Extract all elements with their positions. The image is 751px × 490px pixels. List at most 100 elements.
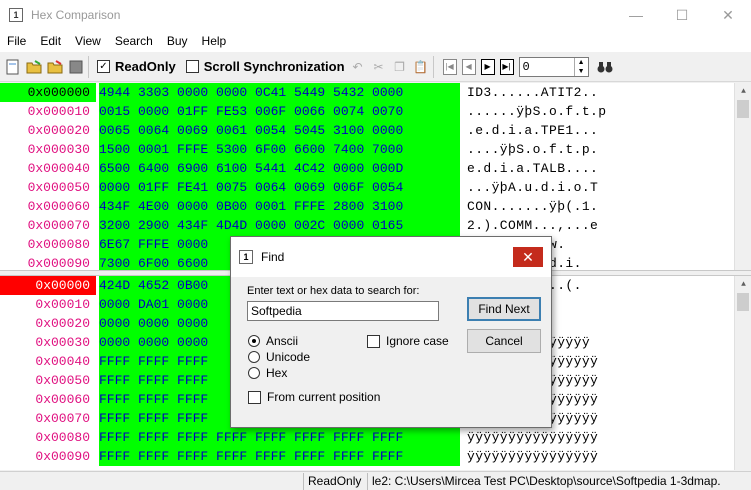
row-address: 0x000010 [27, 104, 90, 119]
hex-row[interactable]: 0x000020 0065 0064 0069 0061 0054 5045 31… [0, 121, 751, 140]
undo-icon[interactable]: ↶ [350, 59, 366, 75]
open-file-icon[interactable] [26, 59, 42, 75]
row-hex-bytes[interactable]: 0065 0064 0069 0061 0054 5045 3100 0000 [99, 121, 460, 140]
title-bar: 1 Hex Comparison — ☐ ✕ [0, 0, 751, 30]
scroll-sync-toggle[interactable]: Scroll Synchronization [185, 59, 345, 74]
radio-ascii-option[interactable]: Anscii [248, 334, 298, 348]
row-address: 0x00020 [35, 316, 90, 331]
row-ascii-text[interactable]: ....ÿþS.o.f.t.p. [467, 140, 637, 159]
spinner-arrows[interactable]: ▲ ▼ [573, 57, 588, 76]
dialog-icon: 1 [239, 250, 253, 264]
row-hex-bytes[interactable]: FFFF FFFF FFFF FFFF FFFF FFFF FFFF FFFF [99, 447, 460, 466]
row-address: 0x00080 [35, 430, 90, 445]
toolbar-separator [88, 55, 89, 78]
first-difference-icon[interactable]: |◀ [442, 58, 457, 75]
row-hex-bytes[interactable]: 0000 01FF FE41 0075 0064 0069 006F 0054 [99, 178, 460, 197]
cancel-button[interactable]: Cancel [467, 329, 541, 353]
readonly-checkbox[interactable]: ✓ [97, 60, 110, 73]
row-ascii-text[interactable]: ...ÿþA.u.d.i.o.T [467, 178, 637, 197]
from-current-label: From current position [267, 390, 381, 404]
row-hex-bytes[interactable]: 1500 0001 FFFE 5300 6F00 6600 7400 7000 [99, 140, 460, 159]
row-hex-bytes[interactable]: 4944 3303 0000 0000 0C41 5449 5432 0000 [99, 83, 460, 102]
menu-search[interactable]: Search [108, 34, 160, 48]
hex-row[interactable]: 0x00080 FFFF FFFF FFFF FFFF FFFF FFFF FFF… [0, 428, 751, 447]
offset-value[interactable]: 0 [520, 60, 574, 74]
next-difference-icon[interactable]: ▶ [480, 58, 495, 75]
hex-row[interactable]: 0x000070 3200 2900 434F 4D4D 0000 002C 00… [0, 216, 751, 235]
hex-row[interactable]: 0x000040 6500 6400 6900 6100 5441 4C42 00… [0, 159, 751, 178]
row-hex-bytes[interactable]: 434F 4E00 0000 0B00 0001 FFFE 2800 3100 [99, 197, 460, 216]
menu-buy[interactable]: Buy [160, 34, 195, 48]
row-ascii-text[interactable]: ID3......ATIT2.. [467, 83, 637, 102]
row-ascii-text[interactable]: ......ÿþS.o.f.t.p [467, 102, 637, 121]
row-ascii-text[interactable]: ÿÿÿÿÿÿÿÿÿÿÿÿÿÿÿÿ [467, 428, 637, 447]
row-ascii-text[interactable]: .e.d.i.a.TPE1... [467, 121, 637, 140]
from-current-option[interactable]: From current position [248, 390, 380, 404]
row-address: 0x000070 [27, 218, 90, 233]
radio-hex[interactable] [248, 367, 260, 379]
scroll-up-icon[interactable]: ▲ [735, 83, 751, 100]
menu-edit[interactable]: Edit [33, 34, 68, 48]
new-file-icon[interactable] [5, 59, 21, 75]
menu-file[interactable]: File [0, 34, 33, 48]
row-address: 0x000050 [27, 180, 90, 195]
scroll-sync-label: Scroll Synchronization [203, 59, 345, 74]
stop-icon[interactable] [68, 59, 84, 75]
top-vertical-scrollbar[interactable]: ▲ [734, 83, 751, 270]
scroll-thumb[interactable] [737, 293, 749, 311]
bottom-vertical-scrollbar[interactable]: ▲ [734, 276, 751, 470]
copy-icon[interactable]: ❐ [392, 59, 408, 75]
find-next-button[interactable]: Find Next [467, 297, 541, 321]
radio-hex-option[interactable]: Hex [248, 366, 287, 380]
radio-ascii[interactable] [248, 335, 260, 347]
row-hex-bytes[interactable]: FFFF FFFF FFFF FFFF FFFF FFFF FFFF FFFF [99, 428, 460, 447]
row-hex-bytes[interactable]: 0015 0000 01FF FE53 006F 0066 0074 0070 [99, 102, 460, 121]
row-address: 0x000000 [0, 83, 96, 102]
dialog-close-button[interactable]: ✕ [513, 247, 543, 267]
ignore-case-checkbox[interactable] [367, 334, 380, 348]
radio-unicode-label: Unicode [266, 350, 311, 364]
hex-row[interactable]: 0x00090 FFFF FFFF FFFF FFFF FFFF FFFF FFF… [0, 447, 751, 466]
close-button[interactable]: ✕ [705, 0, 751, 30]
row-hex-bytes[interactable]: 6500 6400 6900 6100 5441 4C42 0000 000D [99, 159, 460, 178]
row-address: 0x00040 [35, 354, 90, 369]
ignore-case-label: Ignore case [386, 334, 449, 348]
open-second-file-icon[interactable] [47, 59, 63, 75]
row-address: 0x000060 [27, 199, 90, 214]
binoculars-icon[interactable] [597, 59, 613, 75]
row-address: 0x00030 [35, 335, 90, 350]
from-current-checkbox[interactable] [248, 390, 261, 404]
minimize-button[interactable]: — [613, 0, 659, 30]
hex-row[interactable]: 0x000010 0015 0000 01FF FE53 006F 0066 00… [0, 102, 751, 121]
last-difference-icon[interactable]: ▶| [499, 58, 514, 75]
dialog-title-bar: 1 Find ✕ [231, 237, 551, 277]
hex-row[interactable]: 0x000000 4944 3303 0000 0000 0C41 5449 54… [0, 83, 751, 102]
row-address: 0x000030 [27, 142, 90, 157]
hex-row[interactable]: 0x000030 1500 0001 FFFE 5300 6F00 6600 74… [0, 140, 751, 159]
row-ascii-text[interactable]: ÿÿÿÿÿÿÿÿÿÿÿÿÿÿÿÿ [467, 447, 637, 466]
row-ascii-text[interactable]: CON.......ÿþ(.1. [467, 197, 637, 216]
scroll-thumb[interactable] [737, 100, 749, 118]
hex-row[interactable]: 0x000060 434F 4E00 0000 0B00 0001 FFFE 28… [0, 197, 751, 216]
scroll-sync-checkbox[interactable] [185, 60, 199, 73]
cut-icon[interactable]: ✂ [371, 59, 387, 75]
maximize-button[interactable]: ☐ [659, 0, 705, 30]
row-address: 0x00050 [35, 373, 90, 388]
row-address: 0x00070 [35, 411, 90, 426]
offset-spinner[interactable]: 0 ▲ ▼ [518, 56, 589, 77]
menu-help[interactable]: Help [195, 34, 234, 48]
scroll-up-icon[interactable]: ▲ [735, 276, 751, 293]
row-address: 0x00060 [35, 392, 90, 407]
row-ascii-text[interactable]: e.d.i.a.TALB.... [467, 159, 637, 178]
row-hex-bytes[interactable]: 3200 2900 434F 4D4D 0000 002C 0000 0165 [99, 216, 460, 235]
previous-difference-icon[interactable]: ◀ [461, 58, 476, 75]
hex-row[interactable]: 0x000050 0000 01FF FE41 0075 0064 0069 00… [0, 178, 751, 197]
paste-icon[interactable]: 📋 [413, 59, 429, 75]
ignore-case-option[interactable]: Ignore case [367, 334, 449, 348]
menu-view[interactable]: View [68, 34, 108, 48]
search-input[interactable]: Softpedia [247, 301, 439, 321]
readonly-toggle[interactable]: ✓ ReadOnly [97, 59, 176, 74]
row-ascii-text[interactable]: 2.).COMM...,...e [467, 216, 637, 235]
radio-unicode[interactable] [248, 351, 260, 363]
radio-unicode-option[interactable]: Unicode [248, 350, 310, 364]
